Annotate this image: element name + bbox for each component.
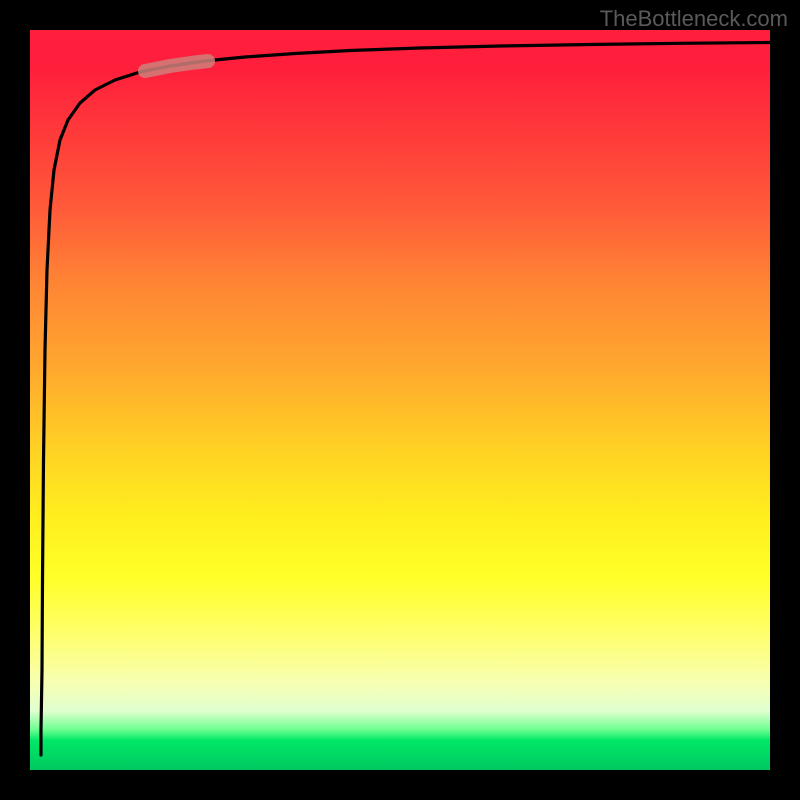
frame-border-left [0, 0, 30, 800]
plot-area [30, 30, 770, 770]
watermark-text: TheBottleneck.com [600, 6, 788, 32]
highlight-segment [145, 61, 208, 71]
curve-layer [30, 30, 770, 770]
chart-frame [0, 0, 800, 800]
bottleneck-curve-secondary [41, 43, 770, 756]
frame-border-bottom [0, 770, 800, 800]
bottleneck-curve-primary [41, 43, 770, 756]
frame-border-right [770, 0, 800, 800]
